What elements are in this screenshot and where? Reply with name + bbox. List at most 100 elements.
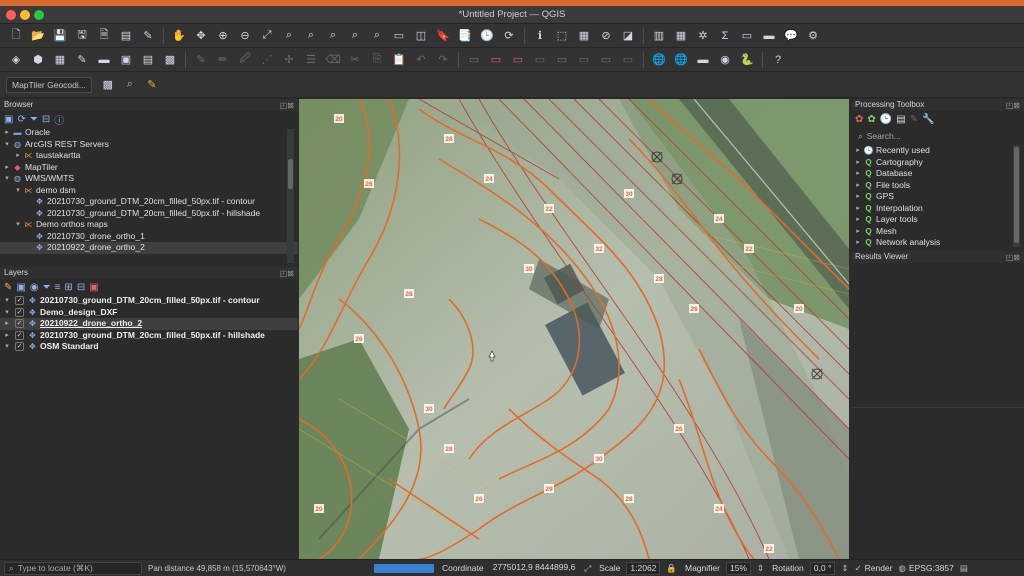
text-annotation-icon[interactable]: ⚙	[803, 27, 823, 45]
edit-pencil-icon[interactable]: ✏	[213, 51, 233, 69]
add-tile-icon[interactable]: ▩	[160, 51, 180, 69]
digitize-icon[interactable]: ✎	[72, 51, 92, 69]
caret-collapsed-icon[interactable]: ▸	[853, 191, 863, 203]
new-map-view-icon[interactable]: ▭	[389, 27, 409, 45]
style-manager-icon[interactable]: ✎	[138, 27, 158, 45]
annotation-icon[interactable]: 💬	[781, 27, 801, 45]
caret-expanded-icon[interactable]: ▾	[2, 139, 12, 151]
select-by-value-icon[interactable]: ▦	[574, 27, 594, 45]
deselect-icon[interactable]: ⊘	[596, 27, 616, 45]
browser-item[interactable]: ▾ ◍ WMS/WMTS	[0, 173, 298, 185]
map-tips-icon[interactable]: ▬	[759, 27, 779, 45]
processing-settings-icon[interactable]: ✲	[693, 27, 713, 45]
save-project-icon[interactable]: 💾	[50, 27, 70, 45]
locator-field[interactable]: ⌕ Type to locate (⌘K)	[4, 561, 142, 575]
label-pin-icon[interactable]: ▭	[486, 51, 506, 69]
processing-search-input[interactable]: ⌕ Search...	[855, 129, 1020, 143]
messages-icon[interactable]: ▤	[960, 563, 968, 574]
caret-collapsed-icon[interactable]: ▸	[2, 318, 12, 330]
caret-expanded-icon[interactable]: ▾	[2, 341, 12, 353]
pan-to-selection-icon[interactable]: ✥	[191, 27, 211, 45]
save-as-icon[interactable]: 🖫	[72, 27, 92, 45]
collapse-all-icon[interactable]: ⊟	[42, 114, 50, 125]
caret-collapsed-icon[interactable]: ▸	[2, 162, 12, 174]
processing-scrollbar[interactable]	[1013, 145, 1020, 247]
edit-features-icon[interactable]: ✎	[910, 114, 918, 125]
layer-item[interactable]: ▾ ✓ ✥ Demo_design_DXF	[0, 307, 298, 319]
select-features-icon[interactable]: ⬚	[552, 27, 572, 45]
label-highlight-icon[interactable]: ▭	[508, 51, 528, 69]
new-3d-view-icon[interactable]: ◫	[411, 27, 431, 45]
layer-visibility-checkbox[interactable]: ✓	[15, 319, 24, 329]
caret-collapsed-icon[interactable]: ▸	[13, 150, 23, 162]
refresh-icon[interactable]: ⟳	[17, 114, 25, 125]
copy-features-icon[interactable]: ⎘	[367, 51, 387, 69]
maptiler-geocoder-field[interactable]: MapTiler Geocodi...	[6, 76, 92, 93]
attribute-table-icon[interactable]: ▥	[649, 27, 669, 45]
label-rotate-icon[interactable]: ▭	[552, 51, 572, 69]
processing-item[interactable]: ▸ Q Database	[851, 168, 1024, 180]
measure-icon[interactable]: ▭	[737, 27, 757, 45]
label-change-icon[interactable]: ▭	[574, 51, 594, 69]
history-icon[interactable]: 🕒	[880, 114, 892, 125]
browser-item[interactable]: ▾ ⋉ demo dsm	[0, 185, 298, 197]
browser-item[interactable]: ▸ ⋉ taustakartta	[0, 150, 298, 162]
caret-collapsed-icon[interactable]: ▸	[853, 214, 863, 226]
pan-icon[interactable]: ✋	[169, 27, 189, 45]
browser-item[interactable]: ✥ 20210730_ground_DTM_20cm_filled_50px.ti…	[0, 196, 298, 208]
select-location-icon[interactable]: ◪	[618, 27, 638, 45]
scale-field[interactable]: 1:2062	[626, 561, 661, 575]
web-globe-add-icon[interactable]: 🌐	[671, 51, 691, 69]
rotation-stepper-icon[interactable]: ⇕	[841, 563, 848, 574]
processing-item[interactable]: ▸ 🕒 Recently used	[851, 145, 1024, 157]
caret-collapsed-icon[interactable]: ▸	[853, 237, 863, 249]
zoom-to-layer-icon[interactable]: ⌕	[301, 27, 321, 45]
info-icon[interactable]: ⓘ	[54, 112, 64, 127]
caret-collapsed-icon[interactable]: ▸	[853, 157, 863, 169]
label-move-icon[interactable]: ▭	[530, 51, 550, 69]
magnifier-field[interactable]: 15%	[725, 561, 751, 575]
layer-visibility-checkbox[interactable]: ✓	[15, 296, 24, 306]
models-icon[interactable]: ✿	[855, 114, 863, 125]
identify-icon[interactable]: ℹ	[530, 27, 550, 45]
expand-all-icon[interactable]: ⊞	[64, 282, 72, 293]
python-console-icon[interactable]: 🐍	[737, 51, 757, 69]
coordinate-toggle-icon[interactable]: ⤢	[584, 563, 591, 574]
add-raster-icon[interactable]: ▦	[50, 51, 70, 69]
rotation-field[interactable]: 0,0 °	[809, 561, 836, 575]
caret-collapsed-icon[interactable]: ▸	[853, 203, 863, 215]
layer-item[interactable]: ▾ ✓ ✥ OSM Standard	[0, 341, 298, 353]
browser-item[interactable]: ▾ ◍ ArcGIS REST Servers	[0, 139, 298, 151]
coordinate-value[interactable]: 2775012,9 8444899,6	[490, 562, 579, 575]
scripts-icon[interactable]: ✿	[867, 114, 875, 125]
cut-features-icon[interactable]: ✂	[345, 51, 365, 69]
web-globe-icon[interactable]: 🌐	[649, 51, 669, 69]
caret-collapsed-icon[interactable]: ▸	[853, 168, 863, 180]
help-icon[interactable]: ?	[768, 51, 788, 69]
browser-item[interactable]: ▸ ▬ Oracle	[0, 127, 298, 139]
manage-themes-icon[interactable]: ◉	[30, 282, 39, 293]
caret-collapsed-icon[interactable]: ▸	[2, 127, 12, 139]
new-bookmark-icon[interactable]: 🔖	[433, 27, 453, 45]
processing-item[interactable]: ▸ Q Interpolation	[851, 203, 1024, 215]
filter-legend-icon[interactable]: ⏷	[43, 282, 51, 293]
zoom-in-icon[interactable]: ⊕	[213, 27, 233, 45]
browser-item[interactable]: ▾ ⋉ Demo orthos maps	[0, 219, 298, 231]
processing-item[interactable]: ▸ Q Mesh	[851, 226, 1024, 238]
layer-item[interactable]: ▸ ✓ ✥ 20210730_ground_DTM_20cm_filled_50px.…	[0, 330, 298, 342]
zoom-to-selection-icon[interactable]: ⌕	[279, 27, 299, 45]
caret-collapsed-icon[interactable]: ▸	[2, 330, 12, 342]
layer-item[interactable]: ▾ ✓ ✥ 20210730_ground_DTM_20cm_filled_50px.…	[0, 295, 298, 307]
browser-scrollbar[interactable]	[287, 129, 294, 263]
browser-item[interactable]: ✥ 20210730_ground_DTM_20cm_filled_50px.ti…	[0, 208, 298, 220]
browser-scroll-thumb[interactable]	[288, 159, 293, 189]
lock-icon[interactable]: 🔒	[666, 563, 677, 574]
processing-scroll-thumb[interactable]	[1014, 147, 1019, 243]
processing-item[interactable]: ▸ Q Layer tools	[851, 214, 1024, 226]
qr-plugin-icon[interactable]: ▩	[98, 76, 118, 94]
results-splitter[interactable]	[851, 407, 1024, 408]
save-edits-icon[interactable]: 🖉	[235, 51, 255, 69]
caret-expanded-icon[interactable]: ▾	[2, 173, 12, 185]
results-icon[interactable]: ▤	[896, 114, 905, 125]
new-project-icon[interactable]: 🗋	[6, 27, 26, 45]
